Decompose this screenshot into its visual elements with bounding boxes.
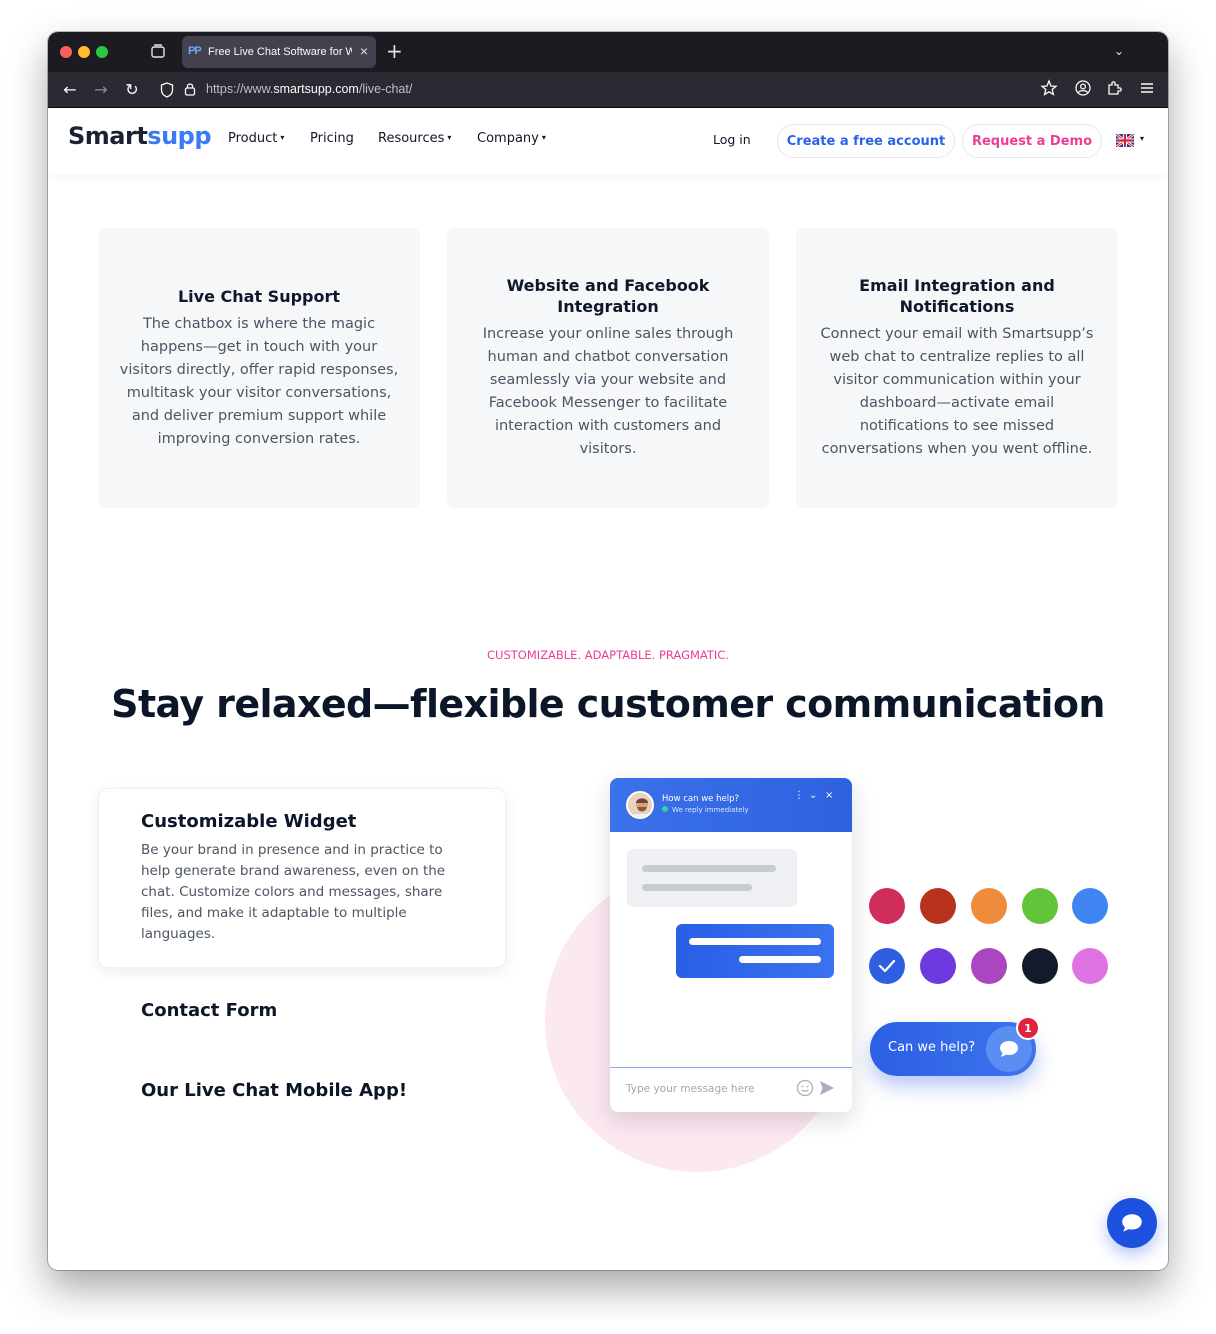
chat-bubble-icon [1122,1214,1142,1232]
widget-title: How can we help? [662,794,739,804]
nav-company[interactable]: Company ▾ [477,131,546,146]
agent-avatar [626,791,654,819]
message-line [689,938,821,945]
live-chat-button[interactable] [1107,1198,1157,1248]
color-swatch [971,948,1007,984]
chat-launcher-label: Can we help? [888,1040,976,1055]
color-swatch [869,948,905,984]
color-swatch [1022,888,1058,924]
close-window-button[interactable] [60,46,72,58]
widget-status: We reply immediately [662,806,749,814]
close-icon: × [825,790,834,801]
url-bar[interactable]: https://www.smartsupp.com/live-chat/ [152,76,1164,104]
tab-title: Free Live Chat Software for Web [208,46,352,58]
account-icon[interactable] [1074,79,1092,97]
active-tab[interactable]: PP Free Live Chat Software for Web × [182,36,376,68]
smartsupp-logo[interactable]: Smartsupp [68,122,212,150]
more-options-icon: ⋮ [794,790,804,801]
minimize-window-button[interactable] [78,46,90,58]
smartsupp-favicon-icon: PP [188,45,202,57]
extensions-icon[interactable] [1106,79,1124,97]
emoji-icon [796,1079,814,1097]
send-icon [820,1081,834,1095]
nav-product[interactable]: Product ▾ [228,131,284,146]
color-swatch [869,888,905,924]
feature-card-live-chat: Live Chat Support The chatbox is where t… [98,228,420,508]
nav-pricing[interactable]: Pricing [310,131,354,146]
reload-icon[interactable]: ↻ [122,80,142,100]
create-account-button[interactable]: Create a free account [777,124,955,158]
feature-title: Customizable Widget [141,811,357,832]
caret-down-icon: ▾ [447,133,452,142]
site-header: Smartsupp Product ▾ Pricing Resources ▾ Co… [48,108,1168,174]
feature-text: Be your brand in presence and in practic… [141,842,446,942]
message-input-placeholder: Type your message here [626,1083,755,1095]
feature-customizable-widget[interactable]: Customizable Widget Be your brand in pre… [98,788,506,968]
menu-hamburger-icon[interactable] [1138,79,1156,97]
section-headline: Stay relaxed—flexible customer communica… [111,682,1105,726]
nav-resources[interactable]: Resources ▾ [378,131,451,146]
outgoing-message [676,924,834,978]
feature-contact-form[interactable]: Contact Form [141,1000,277,1021]
tab-bar: PP Free Live Chat Software for Web × + ⌄ [48,32,1168,72]
card-title: Website and Facebook Integration [506,276,710,316]
language-caret-icon[interactable]: ▾ [1140,134,1144,143]
card-text: The chatbox is where the magic happens—g… [119,315,399,447]
request-demo-button[interactable]: Request a Demo [962,124,1102,158]
lock-icon[interactable] [184,82,196,96]
incoming-message [627,849,797,907]
card-text: Increase your online sales through human… [482,326,734,457]
chat-launcher-button: Can we help? [870,1022,1036,1076]
navigation-toolbar: ← → ↻ https://www.smartsupp.com/live-cha… [48,72,1168,108]
widget-header: How can we help? We reply immediately ⋮ … [610,778,852,832]
color-swatch [1072,888,1108,924]
tracking-shield-icon[interactable] [160,82,174,98]
feature-card-website-facebook: Website and Facebook Integration Increas… [447,228,769,508]
color-swatch [1022,948,1058,984]
card-title: Live Chat Support [177,286,341,306]
card-title: Email Integration and Notifications [859,276,1055,316]
caret-down-icon: ▾ [280,133,285,142]
feature-mobile-app[interactable]: Our Live Chat Mobile App! [141,1080,407,1101]
feature-card-email: Email Integration and Notifications Conn… [796,228,1118,508]
color-swatch [920,888,956,924]
new-tab-button[interactable]: + [386,41,403,61]
color-swatch [971,888,1007,924]
url-text: https://www.smartsupp.com/live-chat/ [206,82,413,96]
uk-flag-icon[interactable] [1116,134,1134,147]
notification-badge: 1 [1016,1016,1040,1040]
login-link[interactable]: Log in [713,132,751,147]
tab-overview-icon[interactable] [150,43,166,59]
browser-window: PP Free Live Chat Software for Web × + ⌄… [48,32,1168,1270]
back-arrow-icon[interactable]: ← [60,80,80,100]
card-text: Connect your email with Smartsupp’s web … [820,326,1094,457]
message-line [642,884,752,891]
forward-arrow-icon[interactable]: → [91,80,111,100]
chat-widget-preview: How can we help? We reply immediately ⋮ … [610,778,852,1112]
tab-close-icon[interactable]: × [360,44,368,58]
message-line [739,956,821,963]
tab-list-chevron-icon[interactable]: ⌄ [1114,44,1124,58]
color-swatch [920,948,956,984]
message-line [642,865,776,872]
section-eyebrow: CUSTOMIZABLE. ADAPTABLE. PRAGMATIC. [487,648,729,662]
input-divider [610,1067,852,1068]
minimize-chevron-icon: ⌄ [809,790,818,801]
zoom-window-button[interactable] [96,46,108,58]
caret-down-icon: ▾ [541,133,546,142]
check-icon [878,959,896,973]
bookmark-star-icon[interactable] [1040,79,1058,97]
color-swatch [1072,948,1108,984]
